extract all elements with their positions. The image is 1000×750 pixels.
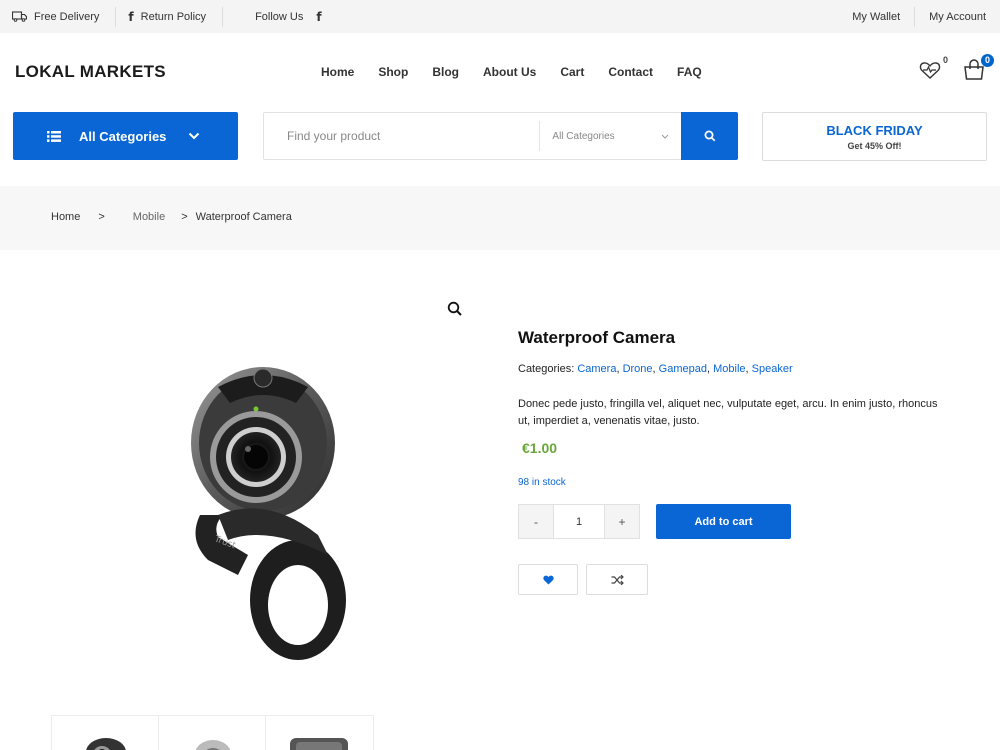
category-link-drone[interactable]: Drone [623,363,653,375]
breadcrumb-home[interactable]: Home [51,211,80,223]
truck-icon [12,11,27,22]
my-wallet-link[interactable]: My Wallet [838,0,914,33]
return-policy[interactable]: f Return Policy [116,0,222,33]
cart-button[interactable]: 0 [962,54,994,82]
magnifier-icon [447,301,462,316]
nav-home[interactable]: Home [321,65,354,79]
cart-count: 0 [981,54,994,67]
nav-shop[interactable]: Shop [378,65,408,79]
breadcrumb: Home > Mobile > Waterproof Camera [51,211,292,223]
top-bar: Free Delivery f Return Policy Follow Us … [0,0,1000,33]
account-links: My Wallet My Account [838,0,1000,33]
black-friday-promo[interactable]: BLACK FRIDAY Get 45% Off! [762,112,987,161]
my-account-link[interactable]: My Account [915,0,1000,33]
search-bar: All Categories [263,112,738,160]
heart-icon [542,575,554,584]
thumbnail-1[interactable] [52,716,159,750]
quantity-decrease-button[interactable]: - [519,505,553,538]
breadcrumb-current: Waterproof Camera [195,211,292,223]
promo-subtitle: Get 45% Off! [847,141,902,151]
breadcrumb-mobile[interactable]: Mobile [133,211,165,223]
free-delivery-label: Free Delivery [34,10,100,23]
search-icon [704,130,715,142]
nav-about-us[interactable]: About Us [483,65,536,79]
product-description: Donec pede justo, fringilla vel, aliquet… [518,398,938,427]
facebook-icon: f [128,9,134,24]
my-wallet-label: My Wallet [852,10,901,23]
wishlist-count: 0 [942,55,948,65]
quantity-stepper: - 1 + [518,504,640,539]
zoom-button[interactable] [446,300,464,318]
nav-cart[interactable]: Cart [560,65,584,79]
stock-status: 98 in stock [518,477,566,488]
nav-blog[interactable]: Blog [432,65,459,79]
main-nav: Home Shop Blog About Us Cart Contact FAQ [321,65,726,79]
category-link-camera[interactable]: Camera [577,363,616,375]
search-button[interactable] [681,112,738,160]
list-icon [47,130,61,142]
all-categories-label: All Categories [79,128,167,144]
thumbnail-image [195,740,231,750]
product-thumbnails [51,715,374,750]
promo-title: BLACK FRIDAY [826,123,923,138]
breadcrumb-separator: > [181,211,188,223]
breadcrumb-separator: > [98,211,105,223]
nav-contact[interactable]: Contact [608,65,653,79]
thumbnail-image [86,738,126,750]
thumbnail-3[interactable] [266,716,373,750]
product-price: €1.00 [522,440,558,456]
site-logo[interactable]: LOKAL MARKETS [15,62,166,82]
category-link-speaker[interactable]: Speaker [752,363,793,375]
add-to-cart-button[interactable]: Add to cart [656,504,791,539]
thumbnail-image [290,738,348,750]
all-categories-button[interactable]: All Categories [13,112,238,160]
follow-us-label: Follow Us [255,10,304,23]
categories-label: Categories: [518,363,575,375]
product-image[interactable]: Trust [178,365,358,665]
chevron-down-icon [661,134,669,139]
header-icons: 0 0 [918,54,994,82]
follow-us: Follow Us f [223,0,338,33]
thumbnail-2[interactable] [159,716,266,750]
product-title: Waterproof Camera [518,328,676,347]
my-account-label: My Account [929,10,986,23]
shuffle-icon [611,574,624,585]
chevron-down-icon [189,132,200,140]
add-to-wishlist-button[interactable] [518,564,578,595]
wishlist-button[interactable]: 0 [918,55,948,82]
nav-faq[interactable]: FAQ [677,65,702,79]
search-category-select[interactable]: All Categories [539,121,681,151]
heart-pulse-icon [919,62,941,79]
compare-button[interactable] [586,564,648,595]
quantity-input[interactable]: 1 [553,505,605,538]
product-categories: Categories: Camera, Drone, Gamepad, Mobi… [518,363,793,375]
free-delivery[interactable]: Free Delivery [0,0,115,33]
category-link-gamepad[interactable]: Gamepad [659,363,707,375]
facebook-icon[interactable]: f [316,10,321,24]
search-input[interactable] [264,113,540,159]
search-category-value: All Categories [552,130,615,142]
return-policy-label: Return Policy [140,10,207,23]
category-link-mobile[interactable]: Mobile [713,363,745,375]
quantity-increase-button[interactable]: + [605,505,639,538]
